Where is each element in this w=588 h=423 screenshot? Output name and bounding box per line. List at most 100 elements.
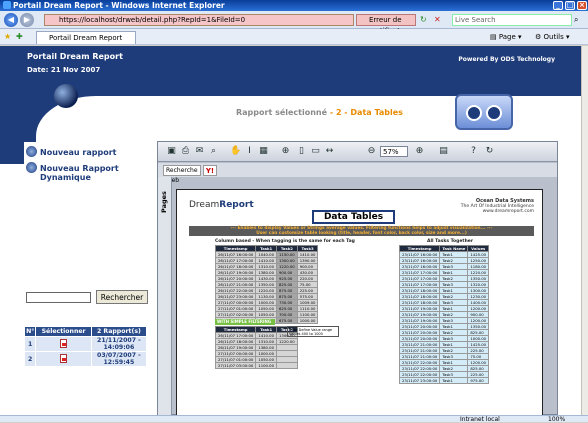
table-cell: 23/11/07 19:00:00 bbox=[398, 311, 441, 318]
page-menu[interactable]: ▤ Page ▾ bbox=[490, 33, 522, 41]
report-document: DreamReport Ocean Data Systems The Art Of… bbox=[176, 189, 543, 415]
table-cell: 23/11/07 17:00:00 bbox=[398, 275, 441, 282]
fit-page-icon[interactable]: ▭ bbox=[310, 146, 321, 157]
table-row[interactable]: 2 03/07/2007 -12:59:45 bbox=[23, 351, 148, 367]
table-cell: 26/11/07 17:00:00 bbox=[214, 332, 257, 339]
help-icon[interactable]: ? bbox=[468, 146, 479, 157]
table-row: 23/11/07 23:00:00 Task1 975.00 bbox=[398, 377, 490, 384]
hand-tool-icon[interactable]: ✋ bbox=[230, 146, 241, 157]
table-row: 23/11/07 22:00:00 Task3 225.00 bbox=[398, 371, 490, 378]
table-cell: 1380.00 bbox=[255, 344, 278, 351]
powered-by: Powered By ODS Technology bbox=[458, 56, 555, 63]
new-dynamic-report-link[interactable]: Nouveau Rapport Dynamique bbox=[26, 162, 136, 182]
row-number: 2 bbox=[23, 351, 37, 367]
table-cell: 1000.00 bbox=[467, 335, 490, 342]
tools-menu[interactable]: ⚙ Outils ▾ bbox=[535, 33, 570, 41]
stop-icon[interactable]: ✕ bbox=[434, 15, 444, 25]
minimize-button[interactable]: _ bbox=[553, 1, 563, 10]
table-cell: 26/11/07 19:00:00 bbox=[214, 269, 257, 276]
page-layout-icon[interactable]: ▤ bbox=[438, 146, 449, 157]
web-search-tab[interactable]: Recherche Web bbox=[163, 165, 201, 184]
zoom-field[interactable]: 57% bbox=[380, 146, 408, 157]
fit-width-icon[interactable]: ↔ bbox=[324, 146, 335, 157]
zoom-out-icon[interactable]: ⊖ bbox=[366, 146, 377, 157]
col-header-select: Sélectionner bbox=[35, 326, 92, 337]
pdf-icon[interactable] bbox=[35, 351, 92, 367]
table-cell: 1050.00 bbox=[255, 311, 278, 318]
table-cell: 1180.00 bbox=[467, 263, 490, 270]
table-cell: 1300.00 bbox=[276, 257, 298, 264]
zoom-in-tool-icon[interactable]: ⊕ bbox=[280, 146, 291, 157]
right-data-table: Timestamp Task Name Values 23/11/07 16:00:0… bbox=[398, 245, 490, 384]
table-cell: 1400.00 bbox=[467, 299, 490, 306]
email-icon[interactable]: ✉ bbox=[194, 146, 205, 157]
table-cell: 26/11/07 19:00:00 bbox=[214, 344, 257, 351]
report-date[interactable]: 21/11/2007 -14:09:06 bbox=[90, 336, 148, 352]
table-row: 26/11/07 22:00:00 1220.00 875.00 225.00 bbox=[214, 287, 319, 294]
table-row: 27/11/07 02:00:00 1050.00 700.00 1100.00 bbox=[214, 311, 319, 318]
url-field[interactable]: https://localhost/drweb/detail.php?RepId… bbox=[44, 14, 354, 26]
yahoo-icon[interactable]: Y! bbox=[203, 165, 217, 176]
new-dynamic-report-icon bbox=[26, 162, 37, 173]
table-row: 23/11/07 21:00:00 Task3 75.00 bbox=[398, 353, 490, 360]
table-cell: 23/11/07 20:00:00 bbox=[398, 329, 441, 336]
table-row: 23/11/07 19:00:00 Task2 900.00 bbox=[398, 311, 490, 318]
tab-portail[interactable]: Portail Dream Report bbox=[36, 31, 136, 44]
table-row: 26/11/07 20:00:00 1430.00 925.00 220.00 bbox=[214, 275, 319, 282]
save-icon[interactable]: ▣ bbox=[166, 146, 177, 157]
table-row: 26/11/07 18:00:00 1310.00 1220.00 900.00 bbox=[214, 263, 319, 270]
table-cell: 26/11/07 22:00:00 bbox=[214, 287, 257, 294]
table-cell: 1200.00 bbox=[467, 305, 490, 312]
table-cell: 1110.00 bbox=[296, 305, 319, 312]
table-cell: 1130.00 bbox=[255, 293, 278, 300]
live-search-input[interactable]: Live Search bbox=[452, 14, 572, 26]
table-row: 23/11/07 22:00:00 Task1 1200.00 bbox=[398, 359, 490, 366]
new-report-link[interactable]: Nouveau rapport bbox=[26, 146, 116, 157]
table-cell: 1425.00 bbox=[467, 341, 490, 348]
table-cell: 1000.00 bbox=[255, 299, 278, 306]
certificate-error-badge[interactable]: Erreur de certificat bbox=[356, 14, 416, 35]
actual-size-icon[interactable]: ▯ bbox=[296, 146, 307, 157]
table-row: 23/11/07 21:00:00 Task1 1425.00 bbox=[398, 341, 490, 348]
table-cell: 23/11/07 17:00:00 bbox=[398, 281, 441, 288]
close-button[interactable]: × bbox=[577, 1, 587, 10]
vertical-scrollbar[interactable] bbox=[581, 46, 588, 415]
report-search-input[interactable] bbox=[26, 292, 91, 303]
table-cell: 1200.00 bbox=[467, 359, 490, 366]
table-cell: 23/11/07 19:00:00 bbox=[398, 305, 441, 312]
doc-banner: Data Tables ..... bbox=[312, 210, 395, 233]
table-cell: 23/11/07 20:00:00 bbox=[398, 335, 441, 342]
add-favorites-icon[interactable]: ✚ bbox=[16, 32, 23, 41]
refresh-icon[interactable]: ↻ bbox=[420, 15, 430, 25]
table-row[interactable]: 1 21/11/2007 -14:09:06 bbox=[23, 336, 148, 352]
search-button[interactable]: Rechercher bbox=[96, 290, 148, 304]
forward-button[interactable]: ▶ bbox=[20, 13, 34, 27]
table-cell: 1000.00 bbox=[296, 317, 319, 324]
print-icon[interactable]: ⎙ bbox=[180, 146, 191, 157]
table-row: 27/11/07 01:00:00 1050.00 625.00 1110.00 bbox=[214, 305, 319, 312]
search-icon[interactable]: ⌕ bbox=[574, 15, 578, 25]
pages-panel-tab[interactable]: Pages bbox=[158, 177, 172, 415]
table-row: 23/11/07 20:00:00 Task2 825.00 bbox=[398, 329, 490, 336]
table-cell: 26/11/07 17:00:00 bbox=[214, 257, 257, 264]
select-text-icon[interactable]: I bbox=[244, 146, 255, 157]
table-cell: 975.00 bbox=[467, 377, 490, 384]
snapshot-icon[interactable]: ▦ bbox=[258, 146, 269, 157]
ie-icon bbox=[3, 1, 11, 9]
table-cell: 26/11/07 23:00:00 bbox=[214, 293, 257, 300]
table-row: 23/11/07 17:00:00 Task1 1220.00 bbox=[398, 269, 490, 276]
table-cell: 1320.00 bbox=[467, 281, 490, 288]
right-caption: All Tasks Together bbox=[427, 239, 474, 244]
table-row: 26/11/07 17:00:00 1410.00 1300.00 1390.00 bbox=[214, 257, 319, 264]
pdf-icon[interactable] bbox=[35, 336, 92, 352]
zoom-in-icon[interactable]: ⊕ bbox=[414, 146, 425, 157]
back-button[interactable]: ◀ bbox=[4, 13, 18, 27]
favorites-star-icon[interactable]: ★ bbox=[4, 32, 11, 41]
table-cell: 1220.00 bbox=[276, 263, 298, 270]
table-cell: 26/11/07 20:00:00 bbox=[214, 275, 257, 282]
row-number: 1 bbox=[23, 336, 37, 352]
find-icon[interactable]: ⌕ bbox=[208, 146, 219, 157]
report-date[interactable]: 03/07/2007 -12:59:45 bbox=[90, 351, 148, 367]
rotate-icon[interactable]: ↻ bbox=[484, 146, 495, 157]
maximize-button[interactable]: □ bbox=[565, 1, 575, 10]
